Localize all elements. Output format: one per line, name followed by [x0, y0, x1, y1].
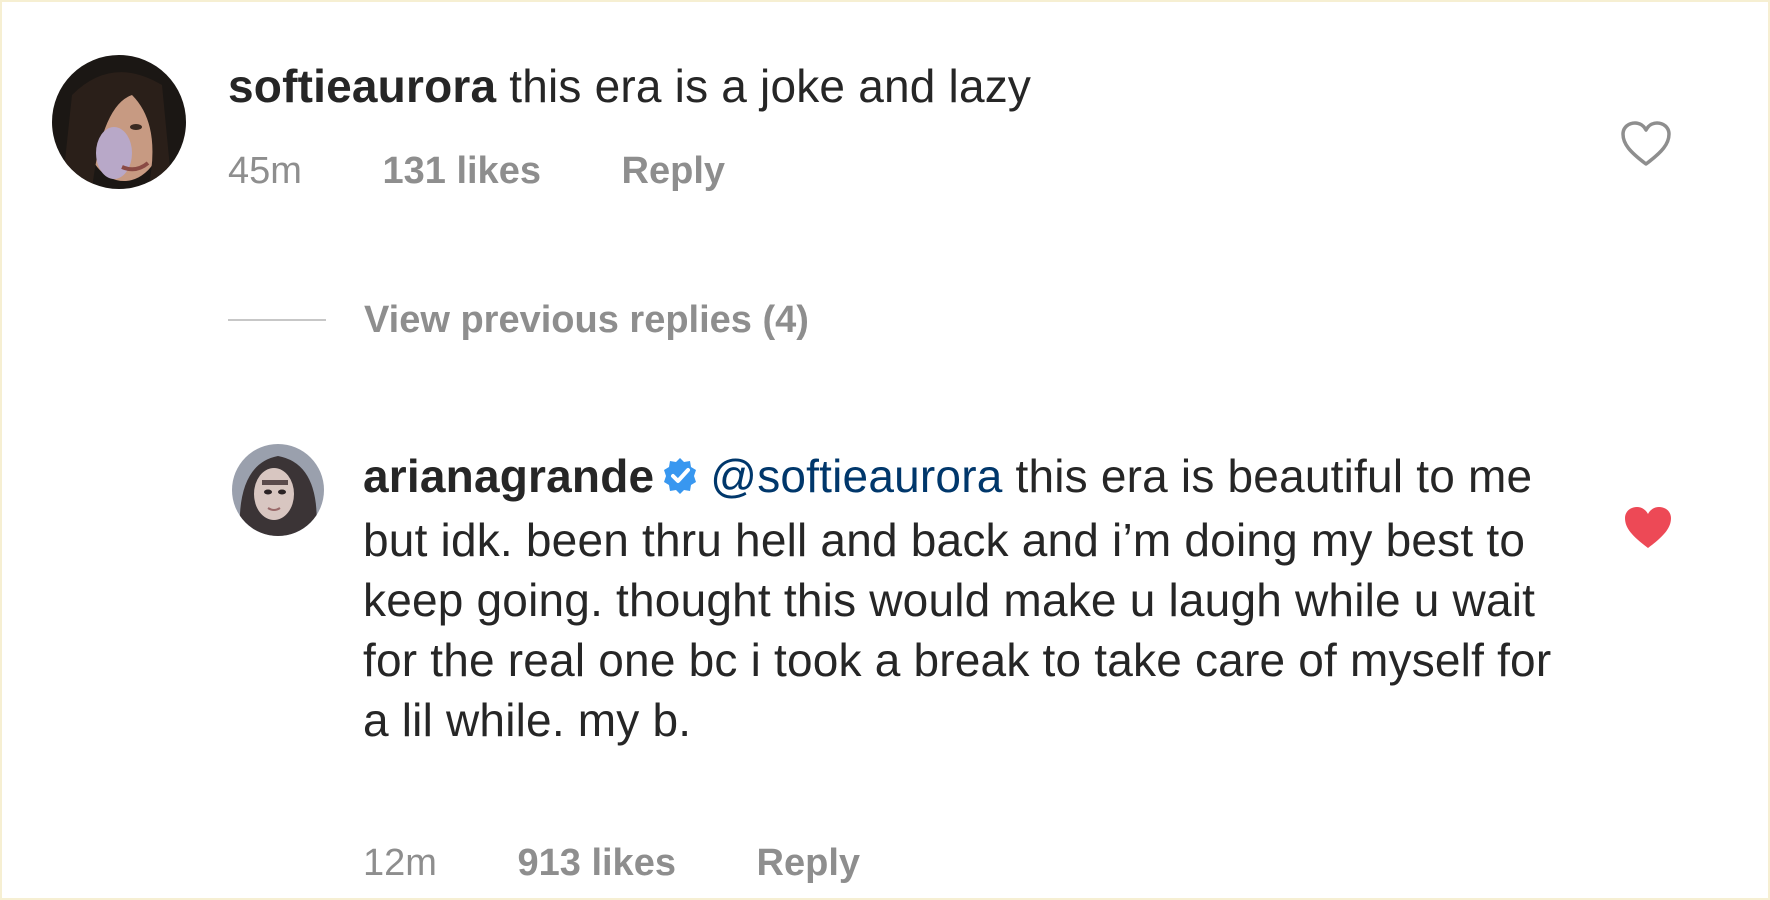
reply-button[interactable]: Reply: [622, 150, 725, 193]
replies-divider: [228, 319, 326, 321]
comment-likes[interactable]: 131 likes: [382, 150, 540, 193]
comment-text: this era is a joke and lazy: [509, 60, 1032, 112]
comment-meta: 45m 131 likes Reply: [228, 150, 795, 193]
reply-time: 12m: [363, 842, 437, 884]
reply-username[interactable]: arianagrande: [363, 450, 654, 502]
comment-body: softieaurora this era is a joke and lazy: [228, 56, 1528, 116]
reply-mention[interactable]: @softieaurora: [710, 450, 1002, 502]
verified-badge-icon: [660, 450, 700, 510]
heart-filled-icon[interactable]: [1622, 504, 1674, 552]
reply-meta: 12m 913 likes Reply: [363, 842, 930, 885]
reply-button[interactable]: Reply: [757, 842, 860, 885]
avatar[interactable]: [232, 444, 324, 536]
avatar[interactable]: [52, 55, 186, 189]
comment-username[interactable]: softieaurora: [228, 60, 496, 112]
heart-outline-icon[interactable]: [1620, 120, 1672, 168]
reply-body: arianagrande @softieaurora this era is be…: [363, 446, 1563, 750]
reply-likes[interactable]: 913 likes: [517, 842, 675, 885]
view-previous-replies-button[interactable]: View previous replies (4): [228, 298, 809, 341]
comment-time: 45m: [228, 150, 302, 192]
view-previous-replies-label: View previous replies (4): [364, 298, 809, 341]
